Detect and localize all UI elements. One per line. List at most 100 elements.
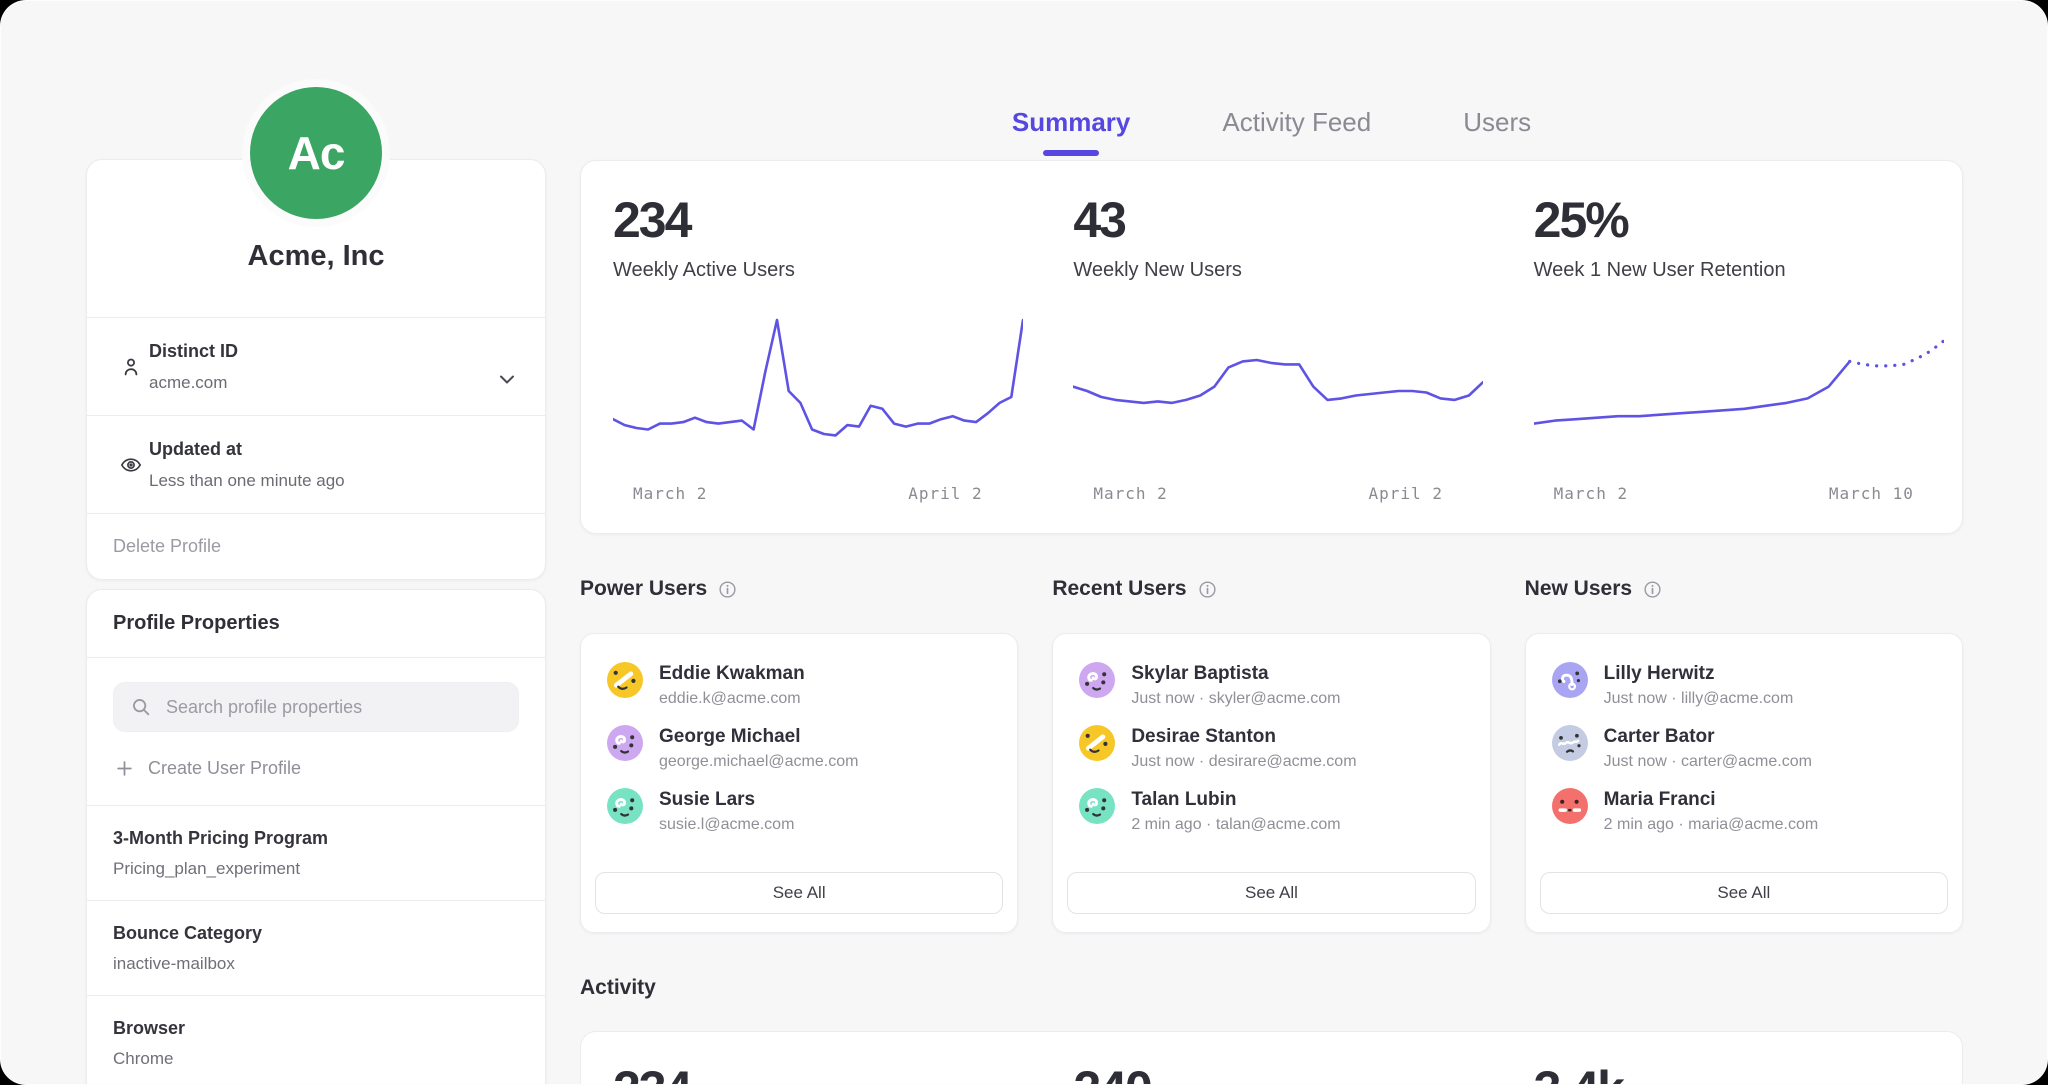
tab-activity-feed[interactable]: Activity Feed bbox=[1222, 107, 1371, 156]
company-avatar-initials: Ac bbox=[288, 126, 345, 180]
activity-stat: 234 bbox=[581, 1032, 1041, 1085]
info-icon[interactable] bbox=[1642, 579, 1663, 600]
activity-stat: 3.4k bbox=[1502, 1032, 1962, 1085]
user-lists-section: Power Users Eddie Kwakman ed bbox=[580, 575, 1963, 933]
see-all-button[interactable]: See All bbox=[1067, 872, 1475, 914]
stat-value: 25% bbox=[1534, 191, 1944, 249]
new-users-card: Lilly Herwitz Just now · lilly@acme.com … bbox=[1525, 633, 1963, 933]
x-axis-ticks: March 2 April 2 bbox=[1073, 484, 1483, 506]
user-name: Susie Lars bbox=[659, 788, 794, 811]
activity-stat-value: 234 bbox=[613, 1060, 1023, 1085]
x-axis-ticks: March 2 April 2 bbox=[613, 484, 1023, 506]
note-face-avatar bbox=[1552, 662, 1588, 698]
activity-stat: 240 bbox=[1041, 1032, 1501, 1085]
user-name: George Michael bbox=[659, 725, 858, 748]
profile-properties-title: Profile Properties bbox=[87, 590, 545, 657]
field-value: Less than one minute ago bbox=[149, 470, 345, 492]
x-tick: March 2 bbox=[1093, 484, 1167, 503]
user-subtitle: Just now · desirare@acme.com bbox=[1131, 753, 1356, 771]
distinct-id-row: Distinct ID acme.com bbox=[87, 318, 545, 415]
tab-summary-label: Summary bbox=[1012, 107, 1131, 137]
user-row[interactable]: Desirae Stanton Just now · desirare@acme… bbox=[1079, 725, 1465, 771]
user-subtitle: george.michael@acme.com bbox=[659, 753, 858, 771]
dash-face-avatar bbox=[1552, 788, 1588, 824]
user-name: Carter Bator bbox=[1604, 725, 1812, 748]
person-icon bbox=[113, 339, 149, 394]
property-row[interactable]: 3-Month Pricing Program Pricing_plan_exp… bbox=[87, 806, 545, 900]
new-users-column: New Users Lilly Herwitz Just bbox=[1525, 575, 1963, 933]
activity-title: Activity bbox=[580, 976, 656, 1000]
week1-retention-chart bbox=[1534, 310, 1944, 480]
info-icon[interactable] bbox=[1197, 579, 1218, 600]
see-all-button[interactable]: See All bbox=[595, 872, 1003, 914]
delete-profile-button[interactable]: Delete Profile bbox=[87, 514, 545, 579]
profile-tabs: Summary Activity Feed Users bbox=[580, 107, 1963, 156]
new-users-header: New Users bbox=[1525, 575, 1963, 603]
user-subtitle: eddie.k@acme.com bbox=[659, 690, 805, 708]
power-users-title: Power Users bbox=[580, 577, 707, 601]
info-icon[interactable] bbox=[717, 579, 738, 600]
profile-properties-search bbox=[113, 682, 519, 732]
zigzag-face-avatar bbox=[1552, 725, 1588, 761]
user-subtitle: Just now · carter@acme.com bbox=[1604, 753, 1812, 771]
search-icon bbox=[130, 696, 152, 718]
profile-properties-card: Profile Properties Create User Profile bbox=[86, 589, 546, 1085]
stat-label: Weekly Active Users bbox=[613, 259, 1023, 282]
tab-summary[interactable]: Summary bbox=[1012, 107, 1131, 156]
updated-at-row: Updated at Less than one minute ago bbox=[87, 416, 545, 513]
eye-icon bbox=[113, 437, 149, 492]
stat-weekly-new-users: 43 Weekly New Users March 2 April 2 bbox=[1041, 161, 1501, 533]
user-row[interactable]: Lilly Herwitz Just now · lilly@acme.com bbox=[1552, 662, 1938, 708]
x-tick: April 2 bbox=[1369, 484, 1443, 503]
user-name: Skylar Baptista bbox=[1131, 662, 1340, 685]
company-profile-page: Ac Acme, Inc Distinct ID acme.com bbox=[0, 0, 2048, 1085]
activity-stat-value: 240 bbox=[1073, 1060, 1483, 1085]
squiggle-face-avatar bbox=[1079, 788, 1115, 824]
stat-value: 43 bbox=[1073, 191, 1483, 249]
user-row[interactable]: Eddie Kwakman eddie.k@acme.com bbox=[607, 662, 993, 708]
recent-users-column: Recent Users Skylar Baptista bbox=[1052, 575, 1490, 933]
user-row[interactable]: George Michael george.michael@acme.com bbox=[607, 725, 993, 771]
power-users-column: Power Users Eddie Kwakman ed bbox=[580, 575, 1018, 933]
recent-users-card: Skylar Baptista Just now · skyler@acme.c… bbox=[1052, 633, 1490, 933]
see-all-button[interactable]: See All bbox=[1540, 872, 1948, 914]
stat-week1-retention: 25% Week 1 New User Retention March 2 Ma… bbox=[1502, 161, 1962, 533]
squiggle-face-avatar bbox=[607, 788, 643, 824]
user-row[interactable]: Susie Lars susie.l@acme.com bbox=[607, 788, 993, 834]
property-row[interactable]: Browser Chrome bbox=[87, 996, 545, 1085]
property-row[interactable]: Bounce Category inactive-mailbox bbox=[87, 901, 545, 995]
chevron-down-icon[interactable] bbox=[495, 367, 519, 391]
squiggle-face-avatar bbox=[1079, 662, 1115, 698]
x-tick: March 2 bbox=[633, 484, 707, 503]
user-subtitle: 2 min ago · maria@acme.com bbox=[1604, 816, 1819, 834]
property-value: inactive-mailbox bbox=[113, 953, 519, 975]
weekly-active-users-chart bbox=[613, 310, 1023, 480]
company-profile-card: Acme, Inc Distinct ID acme.com bbox=[86, 159, 546, 580]
user-subtitle: Just now · skyler@acme.com bbox=[1131, 690, 1340, 708]
stat-weekly-active-users: 234 Weekly Active Users March 2 April 2 bbox=[581, 161, 1041, 533]
activity-stat-value: 3.4k bbox=[1534, 1060, 1944, 1085]
user-row[interactable]: Skylar Baptista Just now · skyler@acme.c… bbox=[1079, 662, 1465, 708]
wink-face-avatar bbox=[607, 662, 643, 698]
tab-users[interactable]: Users bbox=[1463, 107, 1531, 156]
property-value: Pricing_plan_experiment bbox=[113, 858, 519, 880]
weekly-new-users-chart bbox=[1073, 310, 1483, 480]
user-row[interactable]: Maria Franci 2 min ago · maria@acme.com bbox=[1552, 788, 1938, 834]
search-profile-properties-input[interactable] bbox=[164, 696, 502, 719]
field-value: acme.com bbox=[149, 372, 238, 394]
x-tick: March 10 bbox=[1829, 484, 1914, 503]
user-row[interactable]: Talan Lubin 2 min ago · talan@acme.com bbox=[1079, 788, 1465, 834]
create-user-profile-button[interactable]: Create User Profile bbox=[87, 732, 545, 805]
stat-label: Weekly New Users bbox=[1073, 259, 1483, 282]
user-name: Talan Lubin bbox=[1131, 788, 1340, 811]
property-label: 3-Month Pricing Program bbox=[113, 826, 519, 850]
user-subtitle: Just now · lilly@acme.com bbox=[1604, 690, 1794, 708]
power-users-card: Eddie Kwakman eddie.k@acme.com George Mi… bbox=[580, 633, 1018, 933]
user-name: Lilly Herwitz bbox=[1604, 662, 1794, 685]
create-user-profile-label: Create User Profile bbox=[148, 758, 301, 779]
field-label: Updated at bbox=[149, 437, 345, 461]
stat-value: 234 bbox=[613, 191, 1023, 249]
user-row[interactable]: Carter Bator Just now · carter@acme.com bbox=[1552, 725, 1938, 771]
tab-users-label: Users bbox=[1463, 107, 1531, 137]
property-label: Bounce Category bbox=[113, 921, 519, 945]
